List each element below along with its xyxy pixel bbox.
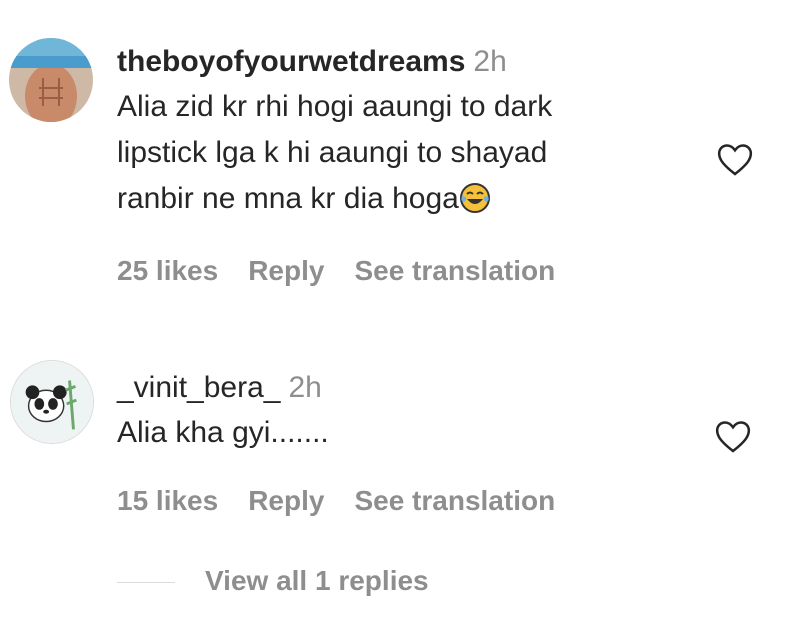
comment-text: Alia zid kr rhi hogi aaungi to dark lips… — [117, 84, 552, 222]
comment-text-line: Alia kha gyi....... — [117, 416, 329, 449]
comment-text-segment: ranbir ne mna kr dia hoga — [117, 182, 459, 215]
comment-text: Alia kha gyi....... — [117, 410, 329, 456]
comment-time[interactable]: 2h — [288, 371, 321, 404]
see-translation-button[interactable]: See translation — [354, 255, 555, 286]
see-translation-button[interactable]: See translation — [354, 485, 555, 516]
comment-time[interactable]: 2h — [473, 45, 506, 78]
comment-username[interactable]: theboyofyourwetdreams — [117, 45, 465, 78]
comment-text-line: lipstick lga k hi aaungi to shayad — [117, 136, 548, 169]
like-heart-icon[interactable] — [714, 418, 752, 454]
replies-divider — [117, 582, 175, 584]
reply-button[interactable]: Reply — [248, 485, 324, 516]
view-replies-label: View all 1 replies — [205, 565, 429, 596]
comment-text-line: Alia zid kr rhi hogi aaungi to dark — [117, 90, 553, 123]
view-replies-button[interactable]: View all 1 replies — [117, 565, 429, 597]
reply-button[interactable]: Reply — [248, 255, 324, 286]
avatar[interactable] — [9, 38, 93, 122]
like-heart-icon[interactable] — [716, 141, 754, 177]
comment-username[interactable]: _vinit_bera_ — [117, 371, 280, 404]
comment-likes-count[interactable]: 25 likes — [117, 255, 218, 286]
comment-text-line: ranbir ne mna kr dia hoga — [117, 176, 552, 222]
face-with-tears-of-joy-icon — [459, 182, 491, 214]
comment-likes-count[interactable]: 15 likes — [117, 485, 218, 516]
avatar[interactable] — [10, 360, 94, 444]
